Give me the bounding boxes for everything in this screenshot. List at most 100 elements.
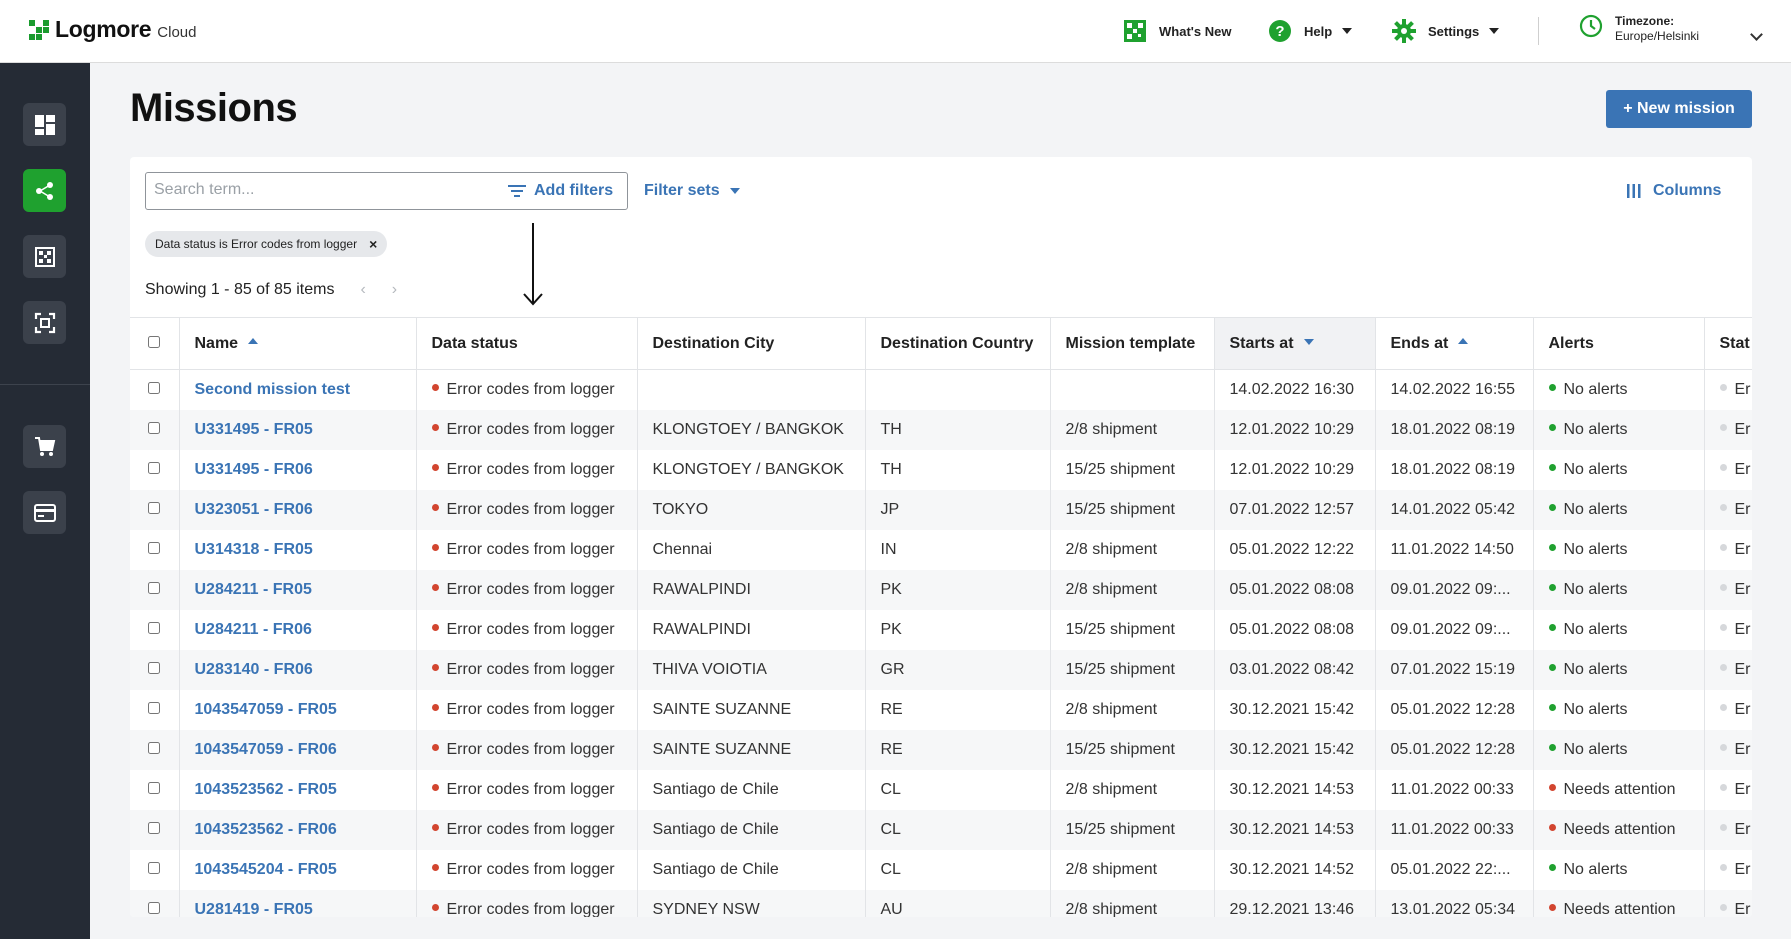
- mission-name-link[interactable]: 1043523562 - FR05: [195, 781, 337, 798]
- cell-name[interactable]: U331495 - FR05: [179, 409, 417, 450]
- cell-name[interactable]: U314318 - FR05: [179, 529, 417, 570]
- cell-destination-city: SAINTE SUZANNE: [637, 729, 866, 770]
- alert-dot-icon: [1548, 423, 1556, 431]
- row-checkbox[interactable]: [148, 501, 161, 514]
- table-row[interactable]: 1043523562 - FR05 Error codes from logger…: [130, 769, 1752, 810]
- status-dot-icon: [1719, 823, 1727, 831]
- row-checkbox[interactable]: [148, 421, 161, 434]
- alerts-text: No alerts: [1563, 660, 1628, 678]
- filter-sets-label: Filter sets: [644, 182, 720, 199]
- column-header-mission-template[interactable]: Mission template: [1050, 317, 1215, 370]
- table-row[interactable]: U284211 - FR06 Error codes from logger RAW…: [130, 609, 1752, 650]
- status-text: Er: [1734, 500, 1751, 518]
- mission-name-link[interactable]: U331495 - FR05: [195, 421, 313, 438]
- cell-name[interactable]: Second mission test: [179, 369, 417, 410]
- cell-name[interactable]: 1043547059 - FR05: [179, 689, 417, 730]
- close-icon[interactable]: ×: [369, 236, 377, 252]
- table-row[interactable]: 1043547059 - FR06 Error codes from logger…: [130, 729, 1752, 770]
- filter-sets-dropdown[interactable]: Filter sets: [644, 182, 740, 200]
- cell-name[interactable]: U281419 - FR05: [179, 889, 417, 918]
- row-checkbox[interactable]: [148, 381, 161, 394]
- status-text: Er: [1734, 620, 1751, 638]
- table-row[interactable]: Second mission test Error codes from logg…: [130, 369, 1752, 410]
- whats-new-link[interactable]: What's New: [1123, 19, 1231, 43]
- mission-name-link[interactable]: 1043545204 - FR05: [195, 861, 337, 878]
- sidebar-item-shop[interactable]: [23, 425, 66, 468]
- mission-name-link[interactable]: 1043547059 - FR06: [195, 741, 337, 758]
- column-header-data-status[interactable]: Data status: [416, 317, 638, 370]
- cell-starts-at: 30.12.2021 14:53: [1214, 769, 1376, 810]
- row-checkbox[interactable]: [148, 901, 161, 914]
- mission-name-link[interactable]: U314318 - FR05: [195, 541, 313, 558]
- cell-name[interactable]: 1043523562 - FR05: [179, 769, 417, 810]
- chevron-down-icon[interactable]: [1750, 28, 1763, 41]
- table-row[interactable]: 1043547059 - FR05 Error codes from logger…: [130, 689, 1752, 730]
- search-input[interactable]: [154, 181, 454, 199]
- add-filters-button[interactable]: Add filters: [508, 182, 613, 200]
- sidebar-item-loggers[interactable]: [23, 235, 66, 278]
- column-header-alerts[interactable]: Alerts: [1533, 317, 1705, 370]
- column-header-starts-at[interactable]: Starts at: [1214, 317, 1376, 370]
- row-checkbox[interactable]: [148, 541, 161, 554]
- next-page-button[interactable]: ›: [392, 281, 397, 299]
- mission-name-link[interactable]: U331495 - FR06: [195, 461, 313, 478]
- table-row[interactable]: U283140 - FR06 Error codes from logger THI…: [130, 649, 1752, 690]
- mission-name-link[interactable]: U284211 - FR06: [195, 621, 312, 638]
- cell-name[interactable]: 1043545204 - FR05: [179, 849, 417, 890]
- column-header-name[interactable]: Name: [179, 317, 417, 370]
- row-checkbox[interactable]: [148, 861, 161, 874]
- column-header-status[interactable]: Stat: [1704, 317, 1752, 370]
- mission-name-link[interactable]: U281419 - FR05: [195, 901, 313, 918]
- cell-name[interactable]: 1043547059 - FR06: [179, 729, 417, 770]
- table-row[interactable]: 1043545204 - FR05 Error codes from logger…: [130, 849, 1752, 890]
- settings-menu[interactable]: Settings: [1392, 19, 1500, 43]
- table-row[interactable]: 1043523562 - FR06 Error codes from logger…: [130, 809, 1752, 850]
- cell-name[interactable]: U331495 - FR06: [179, 449, 417, 490]
- sidebar-item-billing[interactable]: [23, 491, 66, 534]
- cell-destination-city: Santiago de Chile: [637, 809, 866, 850]
- cell-name[interactable]: U283140 - FR06: [179, 649, 417, 690]
- table-row[interactable]: U331495 - FR06 Error codes from logger KLO…: [130, 449, 1752, 490]
- column-header-ends-at[interactable]: Ends at: [1375, 317, 1534, 370]
- mission-name-link[interactable]: 1043523562 - FR06: [195, 821, 337, 838]
- table-row[interactable]: U323051 - FR06 Error codes from logger TOK…: [130, 489, 1752, 530]
- columns-button[interactable]: Columns: [1627, 182, 1721, 200]
- help-menu[interactable]: ? Help: [1268, 19, 1353, 43]
- cell-name[interactable]: U284211 - FR06: [179, 609, 417, 650]
- row-checkbox[interactable]: [148, 821, 161, 834]
- logo[interactable]: Logmore Cloud: [29, 16, 197, 43]
- svg-text:?: ?: [1275, 23, 1284, 40]
- row-checkbox[interactable]: [148, 461, 161, 474]
- row-checkbox[interactable]: [148, 661, 161, 674]
- mission-name-link[interactable]: U283140 - FR06: [195, 661, 313, 678]
- table-row[interactable]: U331495 - FR05 Error codes from logger KLO…: [130, 409, 1752, 450]
- sidebar-item-scan[interactable]: [23, 301, 66, 344]
- cell-name[interactable]: U323051 - FR06: [179, 489, 417, 530]
- alert-dot-icon: [1548, 543, 1556, 551]
- row-checkbox[interactable]: [148, 741, 161, 754]
- prev-page-button[interactable]: ‹: [360, 281, 365, 299]
- timezone-selector[interactable]: Timezone: Europe/Helsinki: [1579, 14, 1699, 44]
- sidebar-item-dashboard[interactable]: [23, 103, 66, 146]
- column-header-destination-city[interactable]: Destination City: [637, 317, 866, 370]
- select-all-checkbox[interactable]: [148, 335, 161, 348]
- new-mission-button[interactable]: + New mission: [1606, 90, 1752, 128]
- row-checkbox[interactable]: [148, 781, 161, 794]
- mission-name-link[interactable]: U323051 - FR06: [195, 501, 313, 518]
- table-row[interactable]: U314318 - FR05 Error codes from logger Che…: [130, 529, 1752, 570]
- cell-name[interactable]: 1043523562 - FR06: [179, 809, 417, 850]
- row-checkbox[interactable]: [148, 701, 161, 714]
- sidebar-item-missions[interactable]: [23, 169, 66, 212]
- row-checkbox[interactable]: [148, 581, 161, 594]
- cell-destination-city: Santiago de Chile: [637, 849, 866, 890]
- mission-name-link[interactable]: Second mission test: [195, 381, 351, 398]
- mission-name-link[interactable]: U284211 - FR05: [195, 581, 312, 598]
- sort-desc-icon: [1303, 339, 1314, 346]
- column-header-destination-country[interactable]: Destination Country: [865, 317, 1051, 370]
- mission-name-link[interactable]: 1043547059 - FR05: [195, 701, 337, 718]
- row-checkbox[interactable]: [148, 621, 161, 634]
- cell-name[interactable]: U284211 - FR05: [179, 569, 417, 610]
- table-row[interactable]: U284211 - FR05 Error codes from logger RAW…: [130, 569, 1752, 610]
- table-row[interactable]: U281419 - FR05 Error codes from logger SYD…: [130, 889, 1752, 918]
- cell-starts-at: 30.12.2021 14:53: [1214, 809, 1376, 850]
